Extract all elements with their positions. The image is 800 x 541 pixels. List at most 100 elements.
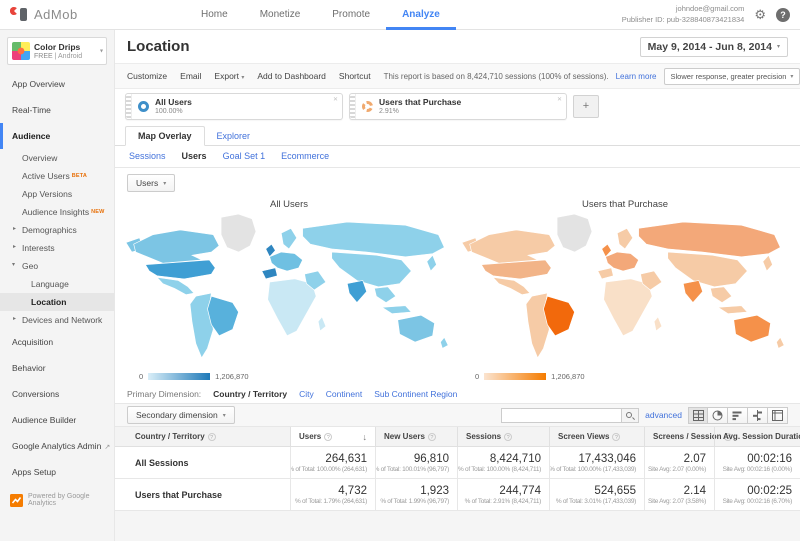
segment-all-users[interactable]: All Users 100.00% ✕	[125, 93, 343, 120]
content-footer	[115, 511, 800, 541]
drag-handle[interactable]	[126, 94, 132, 119]
table-row-users-that-purchase: Users that Purchase 4,732% of Total: 1.7…	[115, 479, 800, 511]
sidebar-item-behavior[interactable]: Behavior	[0, 355, 114, 381]
account-info: johndoe@gmail.com Publisher ID: pub-3288…	[622, 4, 745, 24]
table-header-row: Country / Territory? Users?↓ New Users? …	[115, 427, 800, 447]
sidebar-item-acquisition[interactable]: Acquisition	[0, 329, 114, 355]
sidebar-item-ga-admin[interactable]: Google Analytics Admin↗	[0, 433, 114, 459]
header-sessions[interactable]: Sessions?	[457, 427, 549, 446]
search-input[interactable]	[501, 408, 621, 423]
tab-goal-set-1[interactable]: Goal Set 1	[223, 151, 266, 161]
map-all-users[interactable]: All Users	[121, 197, 457, 385]
nav-monetize[interactable]: Monetize	[244, 0, 317, 30]
help-icon[interactable]: ?	[208, 433, 216, 441]
sidebar-item-interests[interactable]: ▸Interests	[0, 239, 114, 257]
sidebar-item-location[interactable]: Location	[0, 293, 114, 311]
help-icon[interactable]: ?	[504, 433, 512, 441]
sidebar-footer: Powered by Google Analytics	[0, 485, 114, 541]
tab-explorer[interactable]: Explorer	[205, 127, 263, 145]
tab-sessions[interactable]: Sessions	[129, 151, 166, 161]
header-screen-views[interactable]: Screen Views?	[549, 427, 644, 446]
sidebar-item-geo[interactable]: ▾Geo	[0, 257, 114, 275]
sidebar-item-real-time[interactable]: Real-Time	[0, 97, 114, 123]
close-icon[interactable]: ✕	[333, 96, 338, 103]
sidebar-item-app-versions[interactable]: App Versions	[0, 185, 114, 203]
dimension-city[interactable]: City	[299, 389, 314, 399]
drag-handle[interactable]	[350, 94, 356, 119]
help-icon[interactable]: ?	[428, 433, 436, 441]
chevron-down-icon: ▾	[777, 43, 780, 50]
percentage-view-button[interactable]	[708, 407, 728, 424]
map-users-that-purchase[interactable]: Users that Purchase	[457, 197, 793, 385]
admob-logo[interactable]: AdMob	[10, 6, 140, 24]
app-name: Color Drips	[34, 42, 82, 53]
pivot-view-button[interactable]	[768, 407, 788, 424]
metric-dropdown[interactable]: Users ▾	[127, 174, 175, 192]
help-icon[interactable]: ?	[324, 433, 332, 441]
map-title: Users that Purchase	[457, 197, 793, 211]
close-icon[interactable]: ✕	[557, 96, 562, 103]
main-content: Location May 9, 2014 - Jun 8, 2014 ▾ Cus…	[115, 30, 800, 541]
segment-users-that-purchase[interactable]: Users that Purchase 2.91% ✕	[349, 93, 567, 120]
sidebar-item-demographics[interactable]: ▸Demographics	[0, 221, 114, 239]
map-legend: 0 1,206,870	[475, 372, 585, 381]
header-screens-session[interactable]: Screens / Session?	[644, 427, 714, 446]
app-selector[interactable]: Color Drips FREE | Android ▾	[7, 37, 107, 65]
secondary-dimension-button[interactable]: Secondary dimension ▾	[127, 406, 235, 424]
nav-analyze[interactable]: Analyze	[386, 0, 456, 30]
date-range-selector[interactable]: May 9, 2014 - Jun 8, 2014 ▾	[640, 37, 788, 57]
segment-donut-icon	[138, 101, 149, 112]
learn-more-link[interactable]: Learn more	[616, 72, 657, 81]
sidebar-item-overview[interactable]: Overview	[0, 149, 114, 167]
header-new-users[interactable]: New Users?	[375, 427, 457, 446]
segments-bar: All Users 100.00% ✕ Users that Purchase …	[115, 89, 800, 123]
email-button[interactable]: Email	[180, 71, 201, 81]
add-to-dashboard-button[interactable]: Add to Dashboard	[257, 71, 326, 81]
sidebar-item-audience-builder[interactable]: Audience Builder	[0, 407, 114, 433]
nav-home[interactable]: Home	[185, 0, 244, 30]
sidebar-item-audience[interactable]: Audience	[0, 123, 114, 149]
chevron-down-icon: ▾	[12, 261, 15, 268]
dimension-sub-continent[interactable]: Sub Continent Region	[374, 389, 457, 399]
export-button[interactable]: Export ▾	[214, 71, 244, 81]
sidebar-item-language[interactable]: Language	[0, 275, 114, 293]
segment-donut-icon	[362, 101, 373, 112]
sidebar-item-devices-and-network[interactable]: ▸Devices and Network	[0, 311, 114, 329]
google-analytics-icon	[10, 494, 23, 507]
external-link-icon: ↗	[104, 444, 110, 451]
primary-dimension-bar: Primary Dimension: Country / Territory C…	[115, 385, 800, 403]
add-segment-button[interactable]: +	[573, 95, 599, 118]
dimension-country-territory[interactable]: Country / Territory	[213, 389, 287, 399]
world-map-all-users	[124, 211, 454, 361]
sidebar-item-active-users[interactable]: Active UsersBETA	[0, 167, 114, 185]
chevron-right-icon: ▸	[13, 225, 16, 232]
admob-logo-icon	[10, 6, 28, 24]
help-icon[interactable]: ?	[612, 433, 620, 441]
dimension-continent[interactable]: Continent	[326, 389, 362, 399]
customize-button[interactable]: Customize	[127, 71, 167, 81]
sidebar-item-conversions[interactable]: Conversions	[0, 381, 114, 407]
advanced-link[interactable]: advanced	[645, 410, 682, 420]
help-icon[interactable]: ?	[776, 8, 790, 22]
tab-users[interactable]: Users	[182, 151, 207, 161]
gear-icon[interactable]: ⚙	[754, 7, 766, 23]
header-country-territory[interactable]: Country / Territory?	[115, 427, 290, 446]
performance-view-button[interactable]	[728, 407, 748, 424]
search-button[interactable]	[621, 408, 639, 423]
sidebar-item-audience-insights[interactable]: Audience InsightsNEW	[0, 203, 114, 221]
sidebar-item-app-overview[interactable]: App Overview	[0, 71, 114, 97]
header-users[interactable]: Users?↓	[290, 427, 375, 446]
top-nav: Home Monetize Promote Analyze	[185, 0, 456, 30]
precision-selector[interactable]: Slower response, greater precision ▾	[664, 68, 800, 85]
beta-badge: BETA	[72, 173, 87, 179]
tab-ecommerce[interactable]: Ecommerce	[281, 151, 329, 161]
shortcut-button[interactable]: Shortcut	[339, 71, 371, 81]
tab-map-overlay[interactable]: Map Overlay	[125, 126, 205, 146]
top-header: AdMob Home Monetize Promote Analyze john…	[0, 0, 800, 30]
nav-promote[interactable]: Promote	[316, 0, 386, 30]
page-title: Location	[127, 38, 190, 55]
sidebar-item-apps-setup[interactable]: Apps Setup	[0, 459, 114, 485]
comparison-view-button[interactable]	[748, 407, 768, 424]
header-avg-session-duration[interactable]: Avg. Session Duration?	[714, 427, 800, 446]
table-view-button[interactable]	[688, 407, 708, 424]
